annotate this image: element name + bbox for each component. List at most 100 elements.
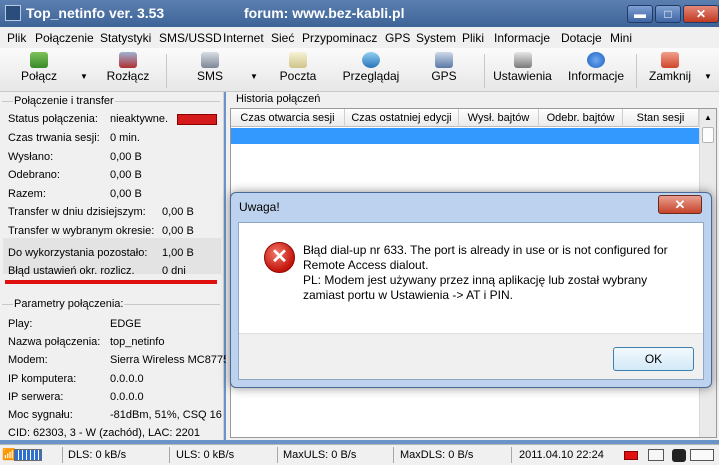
column-header[interactable]: Stan sesji <box>623 109 699 127</box>
signal-bars <box>14 449 42 461</box>
dls-value: DLS: 0 kB/s <box>68 449 127 461</box>
dialog-title: Uwaga! <box>239 200 280 214</box>
status-separator <box>169 447 170 463</box>
info-icon <box>587 52 605 68</box>
remaining-label: Do wykorzystania pozostało: <box>8 247 148 259</box>
ip-pc-label: IP komputera: <box>8 373 77 385</box>
error-message-line: Remote Access dialout. <box>303 258 429 272</box>
info-button[interactable]: Informacje <box>564 50 628 90</box>
today-value: 0,00 B <box>162 206 194 218</box>
history-title: Historia połączeń <box>236 93 321 105</box>
close-app-button[interactable]: Zamknij <box>646 50 694 90</box>
connection-name-label: Nazwa połączenia: <box>8 336 101 348</box>
period-label: Transfer w wybranym okresie: <box>8 225 155 237</box>
menu-informacje[interactable]: Informacje <box>494 31 550 45</box>
total-value: 0,00 B <box>110 188 142 200</box>
menu-statystyki[interactable]: Statystyki <box>100 31 151 45</box>
error-message-line: Błąd dial-up nr 633. The port is already… <box>303 243 668 257</box>
dialog-footer: OK <box>239 333 703 379</box>
status-separator <box>277 447 278 463</box>
menu-plik[interactable]: Plik <box>7 31 26 45</box>
gps-button[interactable]: GPS <box>428 50 460 90</box>
toolbar-separator <box>484 54 485 88</box>
status-indicator <box>177 114 217 125</box>
today-label: Transfer w dniu dzisiejszym: <box>8 206 146 218</box>
left-panel: Połączenie i transfer Status połączenia:… <box>0 92 229 440</box>
status-separator <box>62 447 63 463</box>
menu-bar: Plik Połączenie Statystyki SMS/USSD Inte… <box>0 27 719 48</box>
sms-button[interactable]: SMS <box>190 50 230 90</box>
billing-error-label: Błąd ustawień okr. rozlicz. <box>8 265 135 277</box>
column-header[interactable]: Odebr. bajtów <box>539 109 623 127</box>
menu-dotacje[interactable]: Dotacje <box>561 31 602 45</box>
menu-pliki[interactable]: Pliki <box>462 31 484 45</box>
envelope-icon <box>289 52 307 68</box>
toolbar: Połącz ▼ Rozłącz SMS ▼ Poczta Przeglądaj… <box>0 48 719 92</box>
menu-polaczenie[interactable]: Połączenie <box>35 31 94 45</box>
satellite-icon <box>435 52 453 68</box>
menu-gps[interactable]: GPS <box>385 31 410 45</box>
connect-dropdown-arrow[interactable]: ▼ <box>80 72 88 81</box>
history-header: Czas otwarcia sesji Czas ostatniej edycj… <box>231 109 699 127</box>
gears-icon <box>513 52 532 68</box>
max-dls-value: MaxDLS: 0 B/s <box>400 449 474 461</box>
dialog-close-button[interactable]: ✕ <box>658 195 702 214</box>
menu-siec[interactable]: Sieć <box>271 31 294 45</box>
disconnect-button[interactable]: Rozłącz <box>104 50 152 90</box>
network-value: EDGE <box>110 318 142 330</box>
connect-icon <box>30 52 48 68</box>
dialog-body: ✕ Błąd dial-up nr 633. The port is alrea… <box>238 222 704 380</box>
menu-przypominacz[interactable]: Przypominacz <box>302 31 377 45</box>
close-window-button[interactable]: ✕ <box>683 5 719 23</box>
title-bar: Top_netinfo ver. 3.53 forum: www.bez-kab… <box>0 0 719 27</box>
ip-server-label: IP serwera: <box>8 391 64 403</box>
menu-sms-ussd[interactable]: SMS/USSD <box>159 31 222 45</box>
uls-value: ULS: 0 kB/s <box>176 449 235 461</box>
error-message-line: zamiast portu w Ustawienia -> AT i PIN. <box>303 288 513 302</box>
menu-internet[interactable]: Internet <box>223 31 264 45</box>
disconnect-icon <box>119 52 137 68</box>
scroll-thumb[interactable] <box>702 127 714 143</box>
battery-icon <box>690 449 714 461</box>
status-separator <box>511 447 512 463</box>
menu-mini[interactable]: Mini <box>610 31 632 45</box>
minimize-button[interactable]: ▬ <box>627 5 653 23</box>
network-label: Play: <box>8 318 33 330</box>
close-dropdown-arrow[interactable]: ▼ <box>704 72 712 81</box>
error-message-line: PL: Modem jest używany przez inną aplika… <box>303 273 648 287</box>
table-row[interactable] <box>231 128 699 144</box>
period-value: 0,00 B <box>162 225 194 237</box>
browse-button[interactable]: Przeglądaj <box>340 50 402 90</box>
ip-server-value: 0.0.0.0 <box>110 391 144 403</box>
mail-button[interactable]: Poczta <box>277 50 319 90</box>
max-uls-value: MaxULS: 0 B/s <box>283 449 357 461</box>
column-header[interactable]: Wysł. bajtów <box>459 109 539 127</box>
connect-button[interactable]: Połącz <box>18 50 60 90</box>
settings-button[interactable]: Ustawienia <box>490 50 555 90</box>
connection-name-value: top_netinfo <box>110 336 165 348</box>
column-header[interactable]: Czas ostatniej edycji <box>345 109 459 127</box>
phone-icon <box>201 52 219 68</box>
scroll-up-icon[interactable]: ▲ <box>700 109 716 126</box>
status-value: nieaktywne. <box>110 113 169 125</box>
status-bar: 📶 DLS: 0 kB/s ULS: 0 kB/s MaxULS: 0 B/s … <box>0 444 719 465</box>
duration-value: 0 min. <box>110 132 140 144</box>
app-icon <box>5 5 21 21</box>
error-bar <box>5 280 217 284</box>
sent-value: 0,00 B <box>110 151 142 163</box>
toolbar-separator <box>636 54 637 88</box>
error-icon: ✕ <box>264 242 295 273</box>
app-title: Top_netinfo ver. 3.53 <box>26 5 165 21</box>
signal-label: Moc sygnału: <box>8 409 73 421</box>
duration-label: Czas trwania sesji: <box>8 132 100 144</box>
menu-system[interactable]: System <box>416 31 456 45</box>
sms-dropdown-arrow[interactable]: ▼ <box>250 72 258 81</box>
modem-icon <box>672 449 686 462</box>
remaining-value: 1,00 B <box>162 247 194 259</box>
received-label: Odebrano: <box>8 169 60 181</box>
ok-button[interactable]: OK <box>613 347 694 371</box>
monitor-icon <box>648 449 664 461</box>
cid-info: CID: 62303, 3 - W (zachód), LAC: 2201 <box>8 427 200 439</box>
maximize-button[interactable]: □ <box>655 5 681 23</box>
column-header[interactable]: Czas otwarcia sesji <box>231 109 345 127</box>
